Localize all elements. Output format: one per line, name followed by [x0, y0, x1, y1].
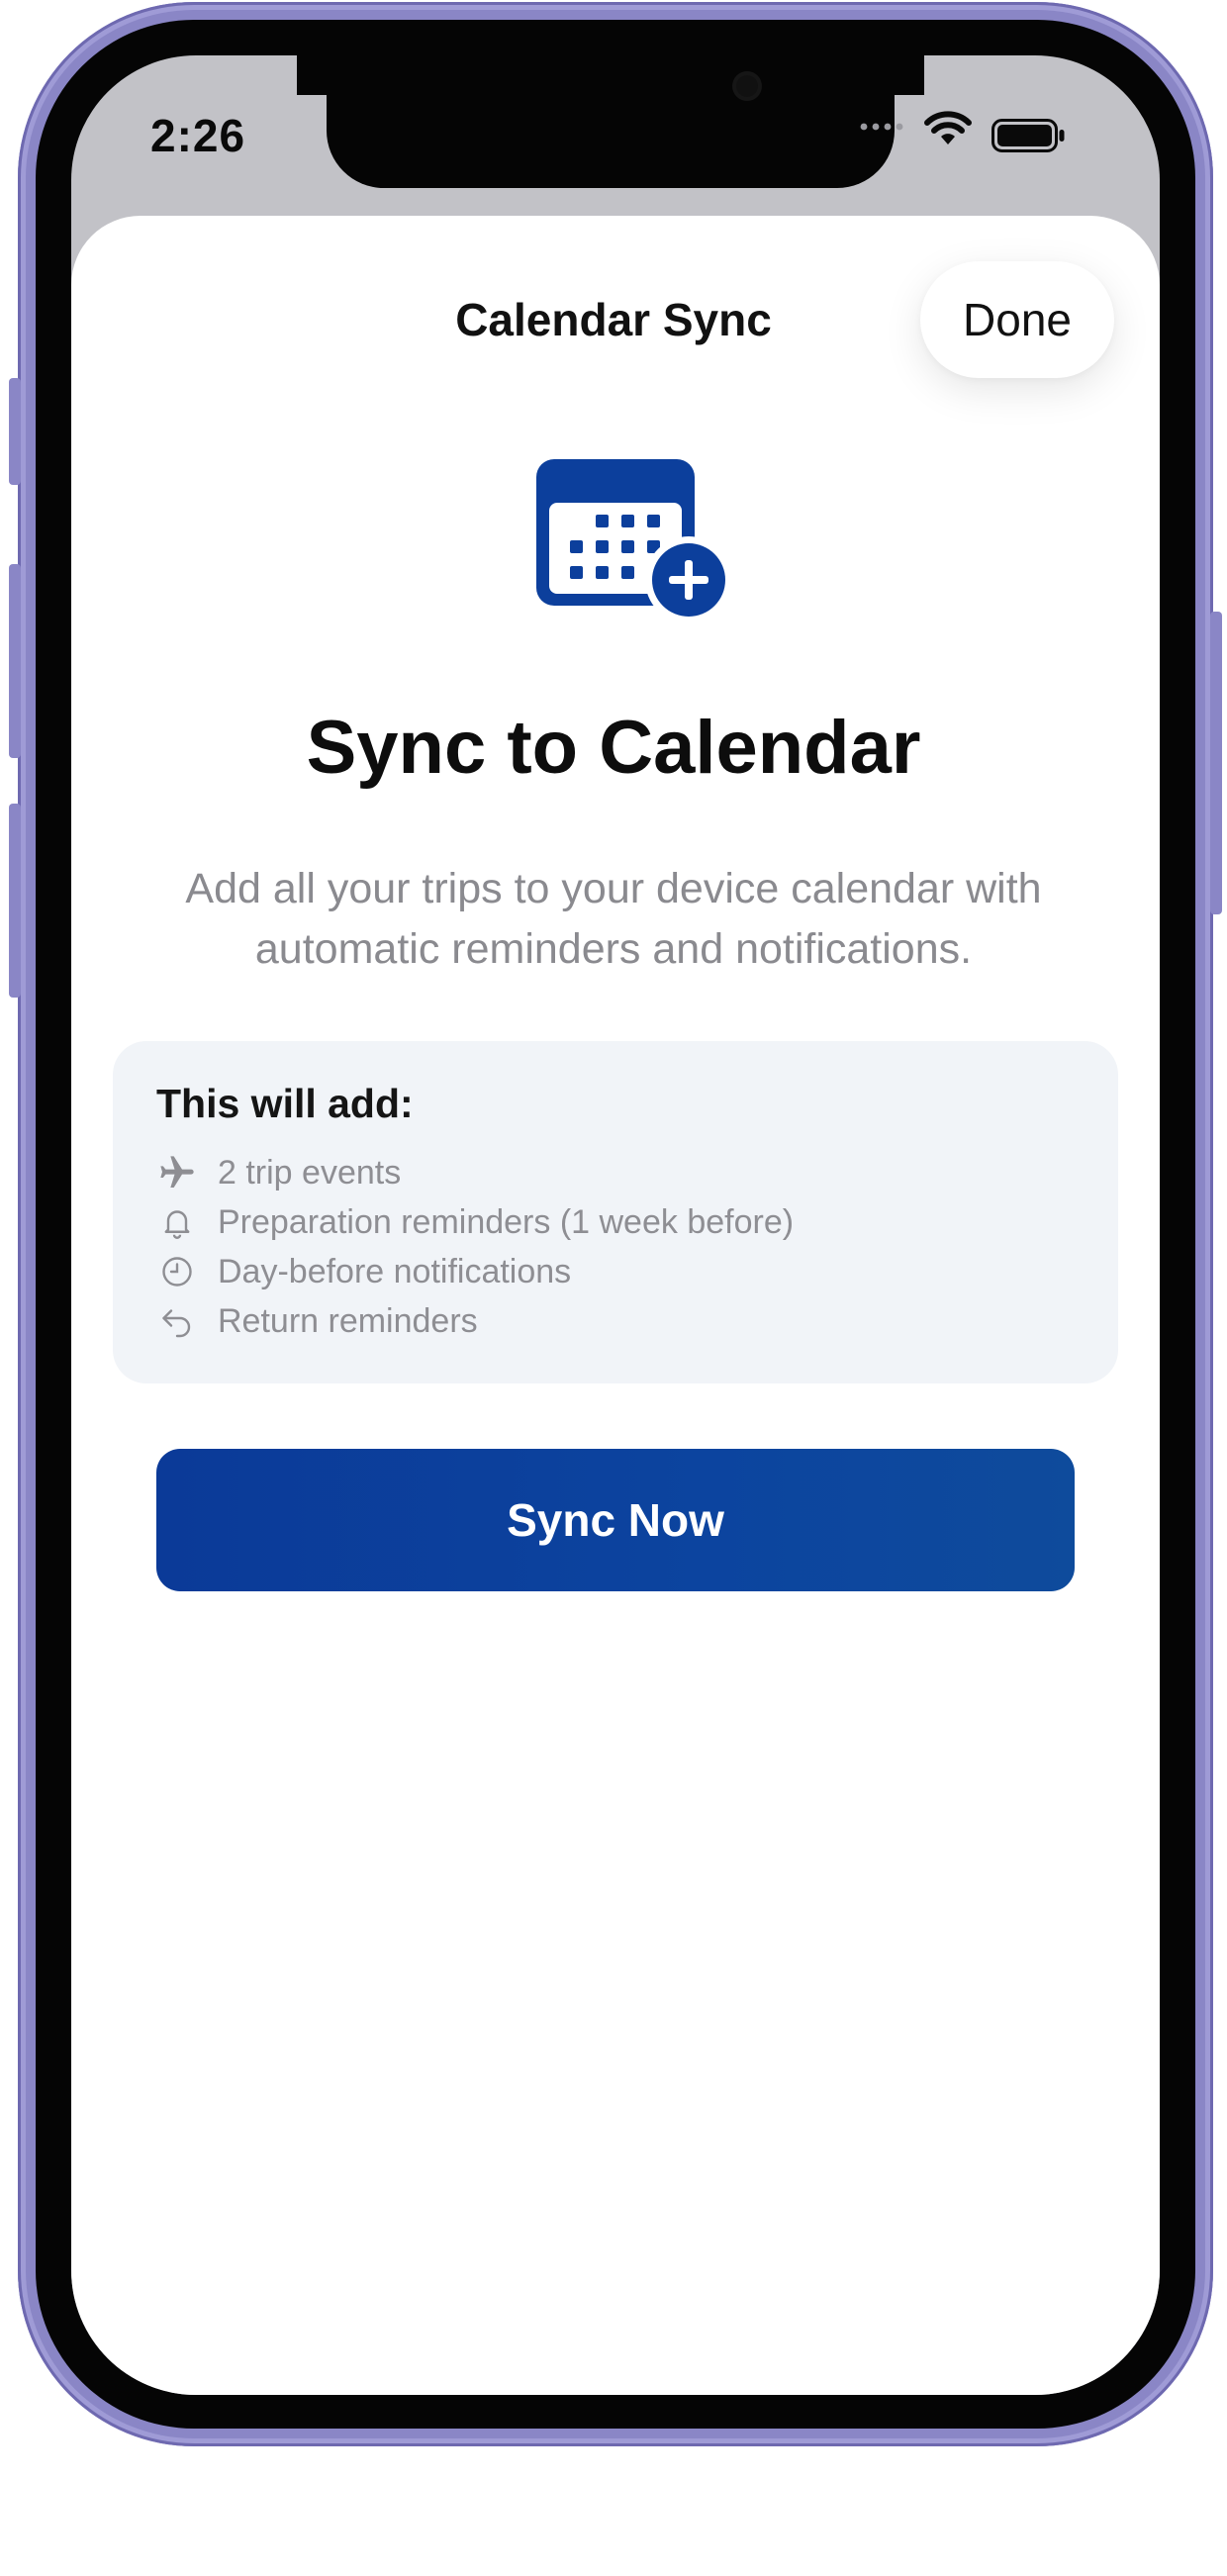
list-item-label: 2 trip events — [218, 1153, 402, 1192]
list-item-label: Return reminders — [218, 1301, 478, 1340]
list-item-label: Day-before notifications — [218, 1252, 572, 1290]
list-item: Day-before notifications — [156, 1247, 794, 1296]
clock-icon — [156, 1251, 198, 1292]
description: Add all your trips to your device calend… — [185, 865, 1042, 973]
sync-now-button[interactable]: Sync Now — [156, 1449, 1075, 1591]
battery-icon — [991, 119, 1067, 152]
silent-switch — [9, 378, 21, 485]
list-item: Preparation reminders (1 week before) — [156, 1197, 794, 1247]
wifi-icon — [924, 111, 972, 148]
headline: Sync to Calendar — [306, 706, 921, 790]
return-arrow-icon — [156, 1300, 198, 1342]
list-item-label: Preparation reminders (1 week before) — [218, 1202, 795, 1241]
calendar-add-icon — [534, 457, 732, 625]
bell-icon — [156, 1201, 198, 1243]
airplane-icon — [156, 1152, 198, 1193]
info-title: This will add: — [156, 1081, 414, 1126]
volume-down-button — [9, 804, 21, 998]
done-button[interactable]: Done — [920, 261, 1114, 378]
notch — [327, 55, 895, 188]
status-time: 2:26 — [150, 110, 246, 161]
info-list: 2 trip events Preparation reminders (1 w… — [156, 1148, 794, 1346]
front-camera — [736, 75, 758, 97]
cellular-signal-icon — [859, 117, 904, 133]
list-item: 2 trip events — [156, 1148, 794, 1197]
list-item: Return reminders — [156, 1296, 794, 1346]
